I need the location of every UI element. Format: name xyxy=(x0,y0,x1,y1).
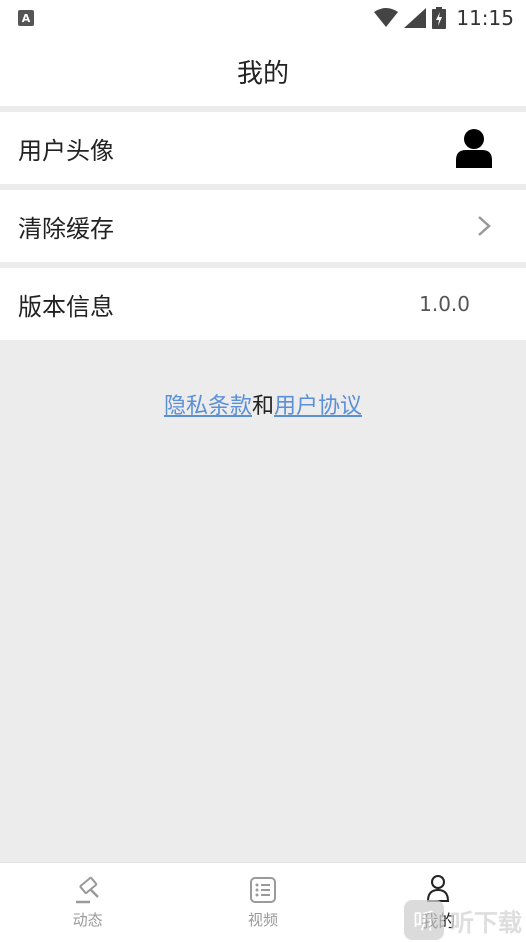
tab-video[interactable]: 视频 xyxy=(175,863,350,942)
tab-dynamic[interactable]: 动态 xyxy=(0,863,175,942)
tab-label: 动态 xyxy=(72,911,103,929)
status-time: 11:15 xyxy=(456,6,514,30)
row-user-avatar[interactable]: 用户头像 xyxy=(0,112,526,184)
title-bar: 我的 xyxy=(0,36,526,106)
list-icon xyxy=(249,877,276,903)
watermark: 听 听下载 xyxy=(404,900,522,940)
row-label: 用户头像 xyxy=(18,136,114,165)
tab-label: 视频 xyxy=(247,911,278,929)
chevron-right-icon xyxy=(478,216,491,236)
cell-signal-icon xyxy=(404,8,427,28)
watermark-text: 听下载 xyxy=(450,908,522,937)
row-version-info[interactable]: 版本信息 1.0.0 xyxy=(0,268,526,340)
status-bar: A 11:15 xyxy=(0,0,526,36)
and-text: 和 xyxy=(251,394,274,419)
user-agreement-link[interactable]: 用户协议 xyxy=(274,394,362,419)
battery-icon xyxy=(432,7,447,29)
status-left: A xyxy=(18,10,34,26)
hammer-icon xyxy=(75,876,99,904)
wifi-icon xyxy=(374,8,399,27)
person-outline-icon xyxy=(427,875,450,902)
row-label: 清除缓存 xyxy=(18,214,114,243)
watermark-logo: 听 xyxy=(404,900,444,940)
privacy-policy-link[interactable]: 隐私条款 xyxy=(164,394,252,419)
version-value: 1.0.0 xyxy=(419,292,470,316)
person-avatar-icon[interactable] xyxy=(456,128,492,168)
page-title: 我的 xyxy=(236,58,289,89)
policy-links: 隐私条款和用户协议 xyxy=(0,388,526,420)
notification-badge-icon: A xyxy=(18,10,34,26)
status-right: 11:15 xyxy=(374,6,514,30)
row-clear-cache[interactable]: 清除缓存 xyxy=(0,190,526,262)
row-label: 版本信息 xyxy=(18,292,114,321)
